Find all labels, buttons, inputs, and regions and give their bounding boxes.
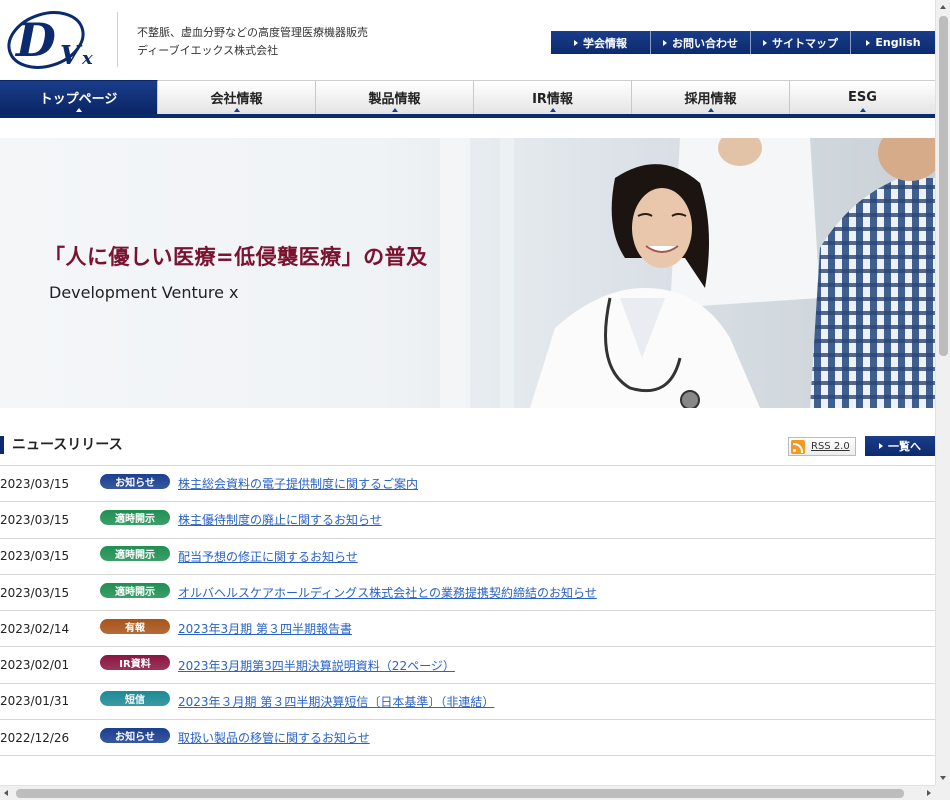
caret-up-icon [75, 108, 82, 112]
news-item: 2023/03/15 適時開示 配当予想の修正に関するお知らせ [0, 539, 935, 575]
nav-label: 採用情報 [684, 92, 737, 107]
arrow-right-icon [763, 39, 767, 46]
nav-ir-info[interactable]: IR情報 [474, 80, 632, 114]
news-item: 2023/03/15 適時開示 オルバヘルスケアホールディングス株式会社との業務… [0, 575, 935, 612]
news-date: 2023/03/15 [0, 549, 70, 564]
news-date: 2023/03/15 [0, 585, 70, 600]
nav-label: トップページ [39, 92, 118, 107]
hero-subtitle: Development Venture x [49, 283, 239, 302]
nav-label: IR情報 [532, 92, 573, 107]
news-title-link[interactable]: 株主総会資料の電子提供制度に関するご案内 [178, 475, 418, 492]
hero-banner: 「人に優しい医療=低侵襲医療」の普及 Development Venture x [0, 138, 935, 408]
news-title-link[interactable]: 株主優待制度の廃止に関するお知らせ [178, 511, 382, 528]
horizontal-scrollbar[interactable] [0, 785, 935, 800]
news-list-label: 一覧へ [888, 440, 921, 453]
topnav-contact[interactable]: お問い合わせ [651, 31, 751, 54]
scrollbar-corner [935, 785, 950, 800]
news-title-link[interactable]: 取扱い製品の移管に関するお知らせ [178, 729, 370, 746]
news-category-badge: 適時開示 [100, 546, 170, 562]
nav-company-info[interactable]: 会社情報 [158, 80, 316, 114]
arrow-right-icon [574, 39, 578, 46]
svg-text:V: V [60, 41, 83, 71]
nav-recruit-info[interactable]: 採用情報 [632, 80, 790, 114]
arrow-right-icon [663, 39, 667, 46]
news-item: 2023/02/01 IR資料 2023年3月期第3四半期決算説明資料（22ペー… [0, 647, 935, 684]
news-item: 2022/12/26 お知らせ 取扱い製品の移管に関するお知らせ [0, 720, 935, 757]
caret-up-icon [859, 108, 866, 112]
topnav-label: お問い合わせ [672, 36, 738, 50]
news-date: 2023/02/14 [0, 621, 70, 636]
topnav-english[interactable]: English [851, 31, 935, 54]
utility-nav: 学会情報 お問い合わせ サイトマップ English [551, 31, 935, 54]
news-item: 2023/02/14 有報 2023年3月期 第３四半期報告書 [0, 611, 935, 648]
news-category-badge: 適時開示 [100, 509, 170, 525]
nav-product-info[interactable]: 製品情報 [316, 80, 474, 114]
nav-label: 会社情報 [210, 92, 263, 107]
news-list: 2023/03/15 お知らせ 株主総会資料の電子提供制度に関するご案内 202… [0, 466, 935, 757]
dvx-logo[interactable]: D V x [4, 6, 120, 72]
svg-text:x: x [81, 48, 93, 69]
main-nav: トップページ 会社情報 製品情報 IR情報 採用情報 ESG [0, 80, 935, 118]
topnav-conference-info[interactable]: 学会情報 [551, 31, 651, 54]
hero-doctor-image [380, 138, 935, 408]
scroll-right-icon[interactable] [927, 790, 931, 796]
scroll-up-icon[interactable] [940, 5, 946, 9]
horizontal-scroll-thumb[interactable] [16, 789, 904, 798]
news-title-link[interactable]: 2023年3月期第3四半期決算説明資料（22ページ） [178, 657, 455, 674]
svg-text:D: D [14, 13, 56, 67]
news-release-section: ニュースリリース RSS 2.0 一覧へ 2023/03/15 お知らせ 株主総… [0, 436, 935, 757]
news-item: 2023/01/31 短信 2023年３月期 第３四半期決算短信〔日本基準〕（非… [0, 684, 935, 721]
topnav-sitemap[interactable]: サイトマップ [751, 31, 851, 54]
news-title-link[interactable]: 配当予想の修正に関するお知らせ [178, 548, 358, 565]
vertical-scrollbar[interactable] [935, 0, 950, 785]
news-category-badge: お知らせ [100, 727, 170, 743]
nav-top-page[interactable]: トップページ [0, 80, 158, 114]
scroll-left-icon[interactable] [4, 790, 8, 796]
page-viewport: D V x 不整脈、虚血分野などの高度管理医療機器販売 ディーブイエックス株式会… [0, 0, 935, 785]
news-title-link[interactable]: オルバヘルスケアホールディングス株式会社との業務提携契約締結のお知らせ [178, 584, 597, 601]
tagline-line2: ディーブイエックス株式会社 [137, 44, 279, 57]
news-category-badge: 適時開示 [100, 582, 170, 598]
rss-feed-button[interactable]: RSS 2.0 [788, 437, 856, 456]
news-category-badge: 短信 [100, 691, 170, 707]
news-category-badge: IR資料 [100, 655, 170, 671]
topnav-label: 学会情報 [583, 36, 627, 50]
rss-label: RSS 2.0 [811, 441, 850, 452]
news-category-badge: お知らせ [100, 473, 170, 489]
company-tagline: 不整脈、虚血分野などの高度管理医療機器販売 ディーブイエックス株式会社 [137, 24, 368, 60]
vertical-scroll-thumb[interactable] [939, 16, 948, 356]
scroll-down-icon[interactable] [940, 776, 946, 780]
news-category-badge: 有報 [100, 618, 170, 634]
news-heading: ニュースリリース [0, 436, 123, 454]
arrow-right-icon [866, 39, 871, 46]
news-list-button[interactable]: 一覧へ [865, 436, 935, 456]
caret-up-icon [549, 108, 556, 112]
arrow-right-icon [879, 443, 883, 449]
hero-title: 「人に優しい医療=低侵襲医療」の普及 [44, 245, 428, 269]
nav-label: 製品情報 [368, 92, 421, 107]
topnav-label: English [875, 36, 921, 49]
site-header: D V x 不整脈、虚血分野などの高度管理医療機器販売 ディーブイエックス株式会… [0, 0, 935, 80]
nav-label: ESG [848, 90, 877, 105]
news-item: 2023/03/15 適時開示 株主優待制度の廃止に関するお知らせ [0, 502, 935, 539]
news-date: 2022/12/26 [0, 730, 70, 745]
caret-up-icon [707, 108, 714, 112]
caret-up-icon [233, 108, 240, 112]
news-title-link[interactable]: 2023年３月期 第３四半期決算短信〔日本基準〕（非連結） [178, 693, 494, 710]
news-title-link[interactable]: 2023年3月期 第３四半期報告書 [178, 620, 352, 637]
news-header: ニュースリリース RSS 2.0 一覧へ [0, 436, 935, 466]
news-date: 2023/02/01 [0, 658, 70, 673]
news-date: 2023/01/31 [0, 694, 70, 709]
news-item: 2023/03/15 お知らせ 株主総会資料の電子提供制度に関するご案内 [0, 466, 935, 503]
topnav-label: サイトマップ [772, 36, 838, 50]
tagline-line1: 不整脈、虚血分野などの高度管理医療機器販売 [137, 26, 368, 39]
nav-esg[interactable]: ESG [790, 80, 935, 114]
news-date: 2023/03/15 [0, 512, 70, 527]
caret-up-icon [391, 108, 398, 112]
rss-icon [791, 439, 805, 454]
news-date: 2023/03/15 [0, 476, 70, 491]
header-divider [117, 12, 118, 67]
